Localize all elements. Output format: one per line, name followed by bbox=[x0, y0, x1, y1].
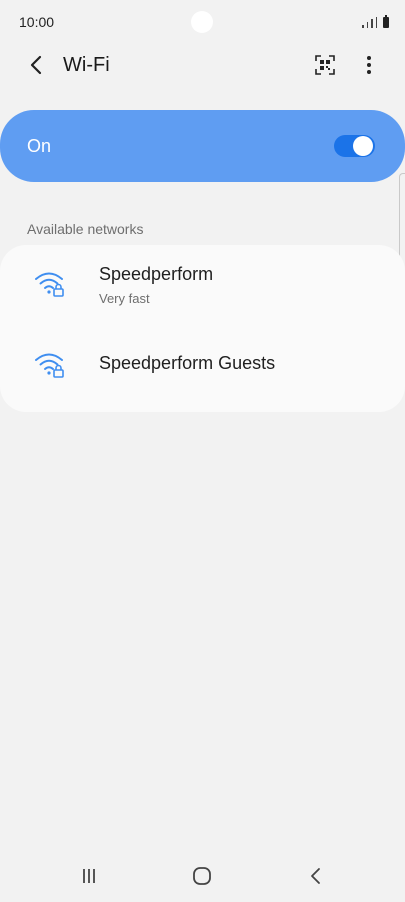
nav-back-button[interactable] bbox=[301, 862, 331, 890]
available-networks-header: Available networks bbox=[27, 221, 144, 237]
network-name: Speedperform Guests bbox=[99, 353, 276, 373]
status-icons bbox=[362, 14, 389, 28]
wifi-secured-icon bbox=[35, 272, 64, 297]
signal-bar bbox=[362, 25, 364, 28]
network-name: Speedperform bbox=[99, 264, 214, 284]
front-camera bbox=[191, 11, 213, 33]
status-bar: 10:00 bbox=[0, 0, 405, 44]
battery-icon bbox=[383, 15, 389, 28]
app-bar: Wi-Fi bbox=[0, 44, 405, 88]
navigation-bar bbox=[0, 850, 405, 902]
home-button[interactable] bbox=[187, 862, 217, 890]
page-title: Wi-Fi bbox=[63, 54, 110, 76]
network-status: Very fast bbox=[99, 291, 150, 306]
network-item[interactable]: Speedperform Guests bbox=[0, 329, 405, 412]
qr-code-button[interactable] bbox=[312, 52, 338, 78]
more-options-icon bbox=[367, 56, 371, 74]
networks-card: Speedperform Very fast Speedperform Gues… bbox=[0, 245, 405, 412]
toggle-thumb bbox=[353, 136, 373, 156]
more-options-button[interactable] bbox=[356, 52, 382, 78]
signal-bar bbox=[371, 19, 373, 28]
back-arrow-icon bbox=[30, 55, 42, 75]
signal-bar bbox=[375, 17, 377, 28]
back-button[interactable] bbox=[22, 50, 52, 80]
signal-bar bbox=[366, 22, 368, 28]
status-time: 10:00 bbox=[19, 14, 55, 30]
recents-icon bbox=[83, 869, 95, 883]
master-switch-label: On bbox=[27, 136, 52, 156]
home-icon bbox=[193, 867, 211, 885]
wifi-secured-icon bbox=[35, 353, 64, 378]
back-icon bbox=[311, 868, 320, 884]
recents-button[interactable] bbox=[74, 862, 104, 890]
network-item[interactable]: Speedperform Very fast bbox=[0, 245, 405, 329]
wifi-toggle[interactable] bbox=[334, 135, 375, 157]
wifi-master-switch[interactable]: On bbox=[0, 110, 405, 182]
qr-code-scanner-icon bbox=[315, 55, 335, 75]
